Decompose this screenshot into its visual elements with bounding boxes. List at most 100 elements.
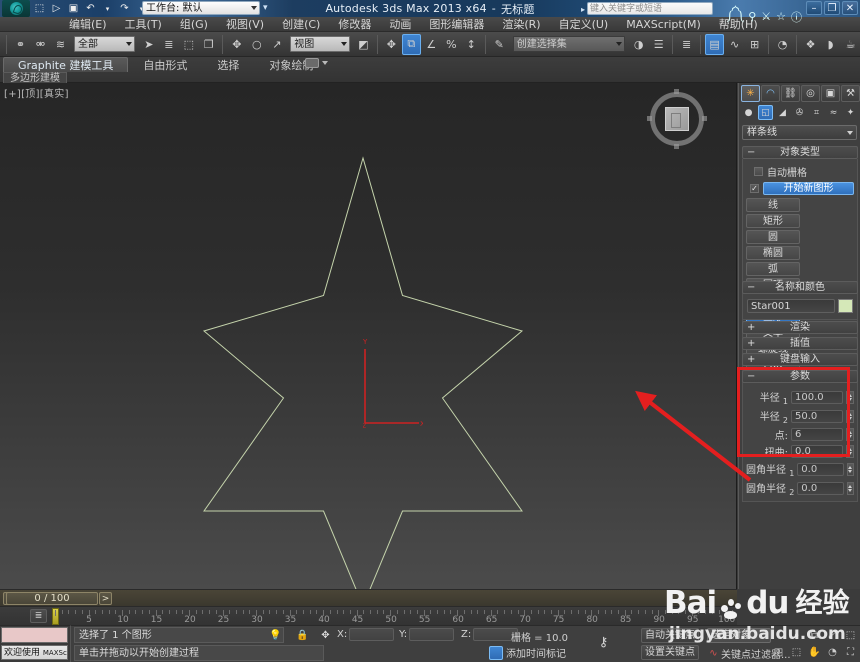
start-new-shape-checkbox[interactable]: ✓ — [750, 184, 759, 193]
search-expand-icon[interactable]: ▸ — [581, 5, 585, 14]
select-and-scale-icon[interactable]: ↗ — [267, 34, 286, 55]
application-menu-button[interactable] — [2, 0, 30, 17]
create-circle-button[interactable]: 圆 — [746, 230, 800, 244]
autogrid-row[interactable]: 自动栅格 — [754, 164, 854, 179]
points-spinner[interactable] — [846, 428, 854, 441]
autogrid-checkbox[interactable] — [754, 167, 763, 176]
ribbon-subtab-polygon-modeling[interactable]: 多边形建模 — [3, 72, 67, 84]
category-helpers[interactable]: ⌗ — [809, 105, 824, 120]
rollout-object-type-header[interactable]: − 对象类型 — [742, 146, 858, 159]
select-by-name-icon[interactable]: ≣ — [159, 34, 178, 55]
rollout-interpolation[interactable]: + 插值 — [742, 337, 858, 350]
rollout-rendering[interactable]: + 渲染 — [742, 321, 858, 334]
set-key-icon[interactable]: ⚷ — [597, 635, 610, 650]
maximize-viewport-icon[interactable]: ⛶ — [843, 645, 858, 660]
select-and-rotate-icon[interactable]: ○ — [247, 34, 266, 55]
object-color-swatch[interactable] — [838, 299, 853, 313]
undo-dropdown-icon[interactable]: ▾ — [100, 1, 115, 16]
radius-1-field[interactable]: 100.0 — [791, 391, 843, 404]
points-field[interactable]: 6 — [791, 428, 843, 441]
menu-tools[interactable]: 工具(T) — [116, 17, 171, 32]
spinner-snap-toggle-icon[interactable]: ↕ — [462, 34, 481, 55]
command-tab-motion[interactable]: ◎ — [801, 85, 820, 102]
save-icon[interactable]: ▣ — [66, 1, 81, 16]
category-cameras[interactable]: ✇ — [792, 105, 807, 120]
zoom-region-icon[interactable]: ⬚ — [843, 628, 858, 643]
zoom-all-icon[interactable]: ⧉ — [807, 628, 822, 643]
ribbon-display-options[interactable] — [305, 58, 328, 68]
snaps-toggle-icon[interactable]: ⧉ — [401, 33, 421, 55]
distortion-spinner[interactable] — [846, 445, 854, 458]
track-bar[interactable]: ≣ 5 10 15 20 25 30 35 40 45 50 55 60 65 70 75 80 85 90 95 1… — [0, 606, 737, 625]
menu-modifiers[interactable]: 修改器 — [329, 17, 380, 32]
select-object-icon[interactable]: ➤ — [139, 34, 158, 55]
orbit-icon[interactable]: ◔ — [825, 645, 840, 660]
bind-to-space-warp-icon[interactable]: ≋ — [51, 34, 70, 55]
menu-graph-editors[interactable]: 图形编辑器 — [420, 17, 493, 32]
workspace-selector[interactable]: 工作台: 默认 — [142, 1, 260, 15]
fillet-radius-2-field[interactable]: 0.0 — [797, 482, 844, 495]
toggle-scene-explorer-icon[interactable]: ▤ — [705, 33, 725, 55]
field-of-view-icon[interactable]: ◳ — [771, 645, 786, 660]
unlink-selection-icon[interactable]: ⚮ — [31, 34, 50, 55]
search-input[interactable]: 键入关键字或短语 — [587, 2, 713, 15]
close-button[interactable]: ✕ — [842, 1, 858, 15]
rectangular-selection-region-icon[interactable]: ⬚ — [179, 34, 198, 55]
set-key-button[interactable]: 设置关键点 — [641, 645, 699, 660]
key-filter-mode-dropdown[interactable]: 选定对象 — [707, 628, 771, 643]
command-tab-utilities[interactable]: ⚒ — [841, 85, 860, 102]
menu-rendering[interactable]: 渲染(R) — [493, 17, 549, 32]
maxscript-input-field[interactable] — [1, 627, 68, 643]
ribbon-tab-freeform[interactable]: 自由形式 — [128, 57, 202, 72]
render-setup-icon[interactable]: ❖ — [801, 34, 820, 55]
fillet-radius-1-field[interactable]: 0.0 — [797, 463, 844, 476]
isolate-selection-icon[interactable]: 💡 — [269, 629, 282, 642]
open-mini-curve-editor-icon[interactable]: ≣ — [30, 609, 47, 623]
viewport-top[interactable]: [+][顶][真实] Y X Z — [0, 83, 737, 589]
next-frame-button[interactable]: > — [99, 592, 112, 605]
open-icon[interactable]: ▷ — [49, 1, 64, 16]
radius-2-spinner[interactable] — [846, 410, 854, 423]
layer-manager-icon[interactable]: ≣ — [677, 34, 696, 55]
rollout-keyboard-entry[interactable]: + 键盘输入 — [742, 353, 858, 366]
select-and-manipulate-icon[interactable]: ✥ — [382, 34, 401, 55]
curve-editor-icon[interactable]: ∿ — [725, 34, 744, 55]
category-lights[interactable]: ◢ — [775, 105, 790, 120]
autodesk-account-icon[interactable]: ⚔ — [761, 10, 771, 23]
maximize-button[interactable]: ❐ — [824, 1, 840, 15]
fillet-radius-1-spinner[interactable] — [846, 463, 854, 476]
menu-group[interactable]: 组(G) — [171, 17, 217, 32]
ribbon-tab-graphite-modeling-tools[interactable]: Graphite 建模工具 — [3, 57, 129, 72]
undo-icon[interactable]: ↶ — [83, 1, 98, 16]
pan-view-icon[interactable]: ✋ — [807, 645, 822, 660]
minimize-button[interactable]: – — [806, 1, 822, 15]
start-new-shape-button[interactable]: 开始新图形 — [763, 182, 854, 195]
radius-2-field[interactable]: 50.0 — [791, 410, 843, 423]
menu-customize[interactable]: 自定义(U) — [550, 17, 618, 32]
add-time-tag-row[interactable]: 添加时间标记 — [489, 645, 566, 660]
y-coord-field[interactable] — [409, 628, 455, 641]
create-ellipse-button[interactable]: 椭圆 — [746, 246, 800, 260]
reference-coordinate-dropdown[interactable]: 视图 — [290, 36, 350, 52]
menu-maxscript[interactable]: MAXScript(M) — [617, 17, 710, 32]
create-line-button[interactable]: 线 — [746, 198, 800, 212]
fillet-radius-2-spinner[interactable] — [846, 482, 854, 495]
zoom-extents-icon[interactable]: ⤢ — [825, 628, 840, 643]
rendered-frame-window-icon[interactable]: ◗ — [821, 34, 840, 55]
named-selection-sets-input[interactable]: 创建选择集 — [512, 36, 626, 52]
start-new-shape-row[interactable]: ✓ 开始新图形 — [750, 182, 854, 195]
window-crossing-icon[interactable]: ❐ — [199, 34, 218, 55]
maximize-viewport-toggle-icon[interactable]: ⬚ — [789, 645, 804, 660]
help-icon[interactable]: ⓘ — [791, 9, 802, 25]
qat-overflow-icon[interactable]: ▾ — [263, 3, 268, 13]
object-name-field[interactable]: Star001 — [747, 299, 835, 313]
align-icon[interactable]: ☰ — [649, 34, 668, 55]
menu-edit[interactable]: 编辑(E) — [60, 17, 116, 32]
mirror-icon[interactable]: ◑ — [629, 34, 648, 55]
absolute-relative-transform-icon[interactable]: ✥ — [319, 629, 332, 642]
current-frame-indicator[interactable]: 0 / 100 — [6, 592, 98, 605]
radius-1-spinner[interactable] — [846, 391, 854, 404]
material-editor-icon[interactable]: ◔ — [773, 34, 792, 55]
create-rectangle-button[interactable]: 矩形 — [746, 214, 800, 228]
edit-named-selection-sets-icon[interactable]: ✎ — [490, 34, 509, 55]
